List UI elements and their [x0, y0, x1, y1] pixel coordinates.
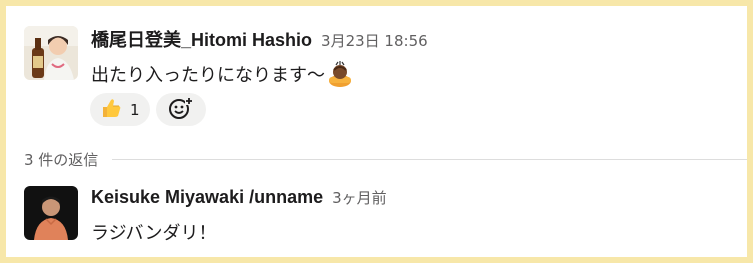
reply-count[interactable]: 3 件の返信	[24, 149, 98, 170]
bowing-person-emoji	[327, 61, 353, 87]
author-name[interactable]: 橋尾日登美_Hitomi Hashio	[91, 26, 312, 52]
reaction-count: 1	[130, 100, 140, 119]
avatar[interactable]	[24, 26, 78, 80]
message-body: 出たり入ったりになります〜	[91, 61, 353, 87]
message-header: 橋尾日登美_Hitomi Hashio 3月23日 18:56	[91, 26, 428, 52]
message-header: Keisuke Miyawaki /unname 3ヶ月前	[91, 187, 387, 208]
add-reaction-icon	[168, 95, 194, 125]
message-timestamp[interactable]: 3ヶ月前	[332, 187, 387, 208]
message-text: 出たり入ったりになります〜	[91, 65, 325, 86]
reaction-thumbs-up[interactable]: 1	[90, 93, 150, 126]
message-body: ラジバンダリ！	[91, 219, 216, 245]
author-name[interactable]: Keisuke Miyawaki /unname	[91, 187, 323, 208]
message-timestamp[interactable]: 3月23日 18:56	[321, 30, 428, 51]
reaction-bar: 1	[90, 93, 206, 126]
thumbs-up-emoji	[100, 97, 122, 123]
add-reaction-button[interactable]	[156, 93, 206, 126]
divider-line	[112, 159, 747, 160]
message-thread-panel: 橋尾日登美_Hitomi Hashio 3月23日 18:56 出たり入ったりに…	[6, 6, 747, 257]
thread-divider: 3 件の返信	[24, 149, 747, 170]
message-text: ラジバンダリ！	[91, 223, 217, 244]
avatar[interactable]	[24, 186, 78, 240]
